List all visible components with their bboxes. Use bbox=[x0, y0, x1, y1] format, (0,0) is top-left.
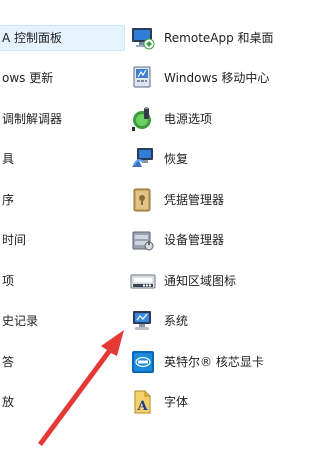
item-label: 字体 bbox=[164, 395, 189, 409]
item-options[interactable]: 项 bbox=[0, 269, 124, 293]
item-notification-area[interactable]: 通知区域图标 bbox=[129, 269, 297, 293]
right-item-column: RemoteApp 和桌面 Windows 移动中心 电源选项 恢复 凭据管理器… bbox=[124, 0, 297, 461]
item-troubleshoot[interactable]: 答 bbox=[0, 350, 124, 374]
item-label: 答 bbox=[2, 355, 15, 369]
item-windows-update[interactable]: ows 更新 bbox=[0, 66, 124, 90]
left-item-column: A 控制面板 ows 更新 调制解调器 具 序 时间 项 史记录 答 放 bbox=[0, 0, 125, 461]
item-label: 凭据管理器 bbox=[164, 193, 225, 207]
item-tools[interactable]: 具 bbox=[0, 147, 124, 171]
item-fonts[interactable]: A 字体 bbox=[129, 390, 297, 414]
item-file-history[interactable]: 史记录 bbox=[0, 309, 124, 333]
item-label: ows 更新 bbox=[2, 71, 54, 85]
notification-area-icon bbox=[130, 274, 156, 289]
item-label: 调制解调器 bbox=[2, 112, 63, 126]
power-options-icon bbox=[132, 107, 151, 131]
item-system[interactable]: 系统 bbox=[129, 309, 297, 333]
item-control-panel[interactable]: A 控制面板 bbox=[0, 25, 125, 51]
item-label: 序 bbox=[2, 193, 15, 207]
item-programs[interactable]: 序 bbox=[0, 188, 124, 212]
item-remoteapp[interactable]: RemoteApp 和桌面 bbox=[129, 26, 297, 50]
intel-graphics-icon bbox=[132, 351, 154, 373]
item-label: 设备管理器 bbox=[164, 233, 225, 247]
item-date-time[interactable]: 时间 bbox=[0, 228, 124, 252]
item-label: 具 bbox=[2, 152, 15, 166]
item-label: 时间 bbox=[2, 233, 27, 247]
item-label: A 控制面板 bbox=[2, 31, 63, 45]
item-label: 通知区域图标 bbox=[164, 274, 237, 288]
item-label: 电源选项 bbox=[164, 112, 213, 126]
item-label: Windows 移动中心 bbox=[164, 71, 270, 85]
mobility-center-icon bbox=[133, 66, 151, 88]
item-power-options[interactable]: 电源选项 bbox=[129, 107, 297, 131]
item-label: RemoteApp 和桌面 bbox=[164, 31, 274, 45]
svg-text:A: A bbox=[136, 399, 148, 414]
system-icon bbox=[133, 311, 151, 330]
item-label: 史记录 bbox=[2, 314, 39, 328]
item-autoplay[interactable]: 放 bbox=[0, 390, 124, 414]
item-label: 系统 bbox=[164, 314, 189, 328]
item-modem[interactable]: 调制解调器 bbox=[0, 107, 124, 131]
item-mobility-center[interactable]: Windows 移动中心 bbox=[129, 66, 297, 90]
item-label: 放 bbox=[2, 395, 15, 409]
item-credential-manager[interactable]: 凭据管理器 bbox=[129, 188, 297, 212]
item-label: 项 bbox=[2, 274, 15, 288]
credential-manager-icon bbox=[133, 188, 151, 212]
device-manager-icon bbox=[132, 231, 154, 251]
item-device-manager[interactable]: 设备管理器 bbox=[129, 228, 297, 252]
item-label: 恢复 bbox=[164, 152, 189, 166]
item-intel-graphics[interactable]: 英特尔® 核芯显卡 bbox=[129, 350, 297, 374]
item-label: 英特尔® 核芯显卡 bbox=[164, 355, 264, 369]
item-recovery[interactable]: 恢复 bbox=[129, 147, 297, 171]
fonts-icon: A bbox=[134, 390, 151, 414]
remoteapp-icon bbox=[132, 28, 155, 50]
recovery-icon bbox=[132, 148, 153, 167]
